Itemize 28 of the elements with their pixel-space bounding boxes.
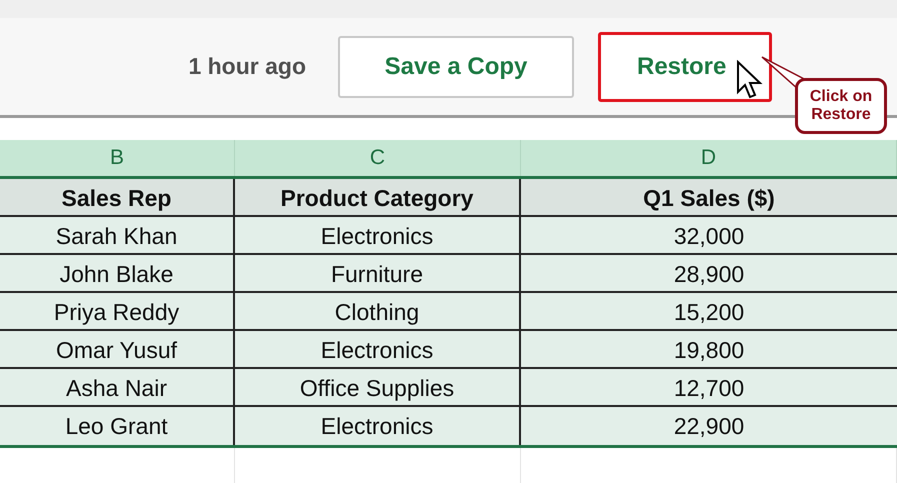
table-cell: 15,200 <box>521 293 897 331</box>
table-cell: Sarah Khan <box>0 217 235 255</box>
table-cell: 12,700 <box>521 369 897 407</box>
table-cell: Omar Yusuf <box>0 331 235 369</box>
restore-button[interactable]: Restore <box>598 32 772 102</box>
table-header: Product Category <box>235 179 521 217</box>
table-header: Sales Rep <box>0 179 235 217</box>
table-cell: Furniture <box>235 255 521 293</box>
table-cell: 22,900 <box>521 407 897 445</box>
column-header[interactable]: B <box>0 140 235 176</box>
table-cell: Electronics <box>235 331 521 369</box>
table-cell: Priya Reddy <box>0 293 235 331</box>
table-cell: John Blake <box>0 255 235 293</box>
table-cell: Office Supplies <box>235 369 521 407</box>
table-cell: Leo Grant <box>0 407 235 445</box>
table-cell: 28,900 <box>521 255 897 293</box>
save-copy-button[interactable]: Save a Copy <box>338 36 574 98</box>
table-cell: 32,000 <box>521 217 897 255</box>
callout-label: Click on Restore <box>795 78 887 134</box>
table-cell: Electronics <box>235 407 521 445</box>
table-cell: Electronics <box>235 217 521 255</box>
column-header[interactable]: D <box>521 140 897 176</box>
table-cell: 19,800 <box>521 331 897 369</box>
table-cell: Asha Nair <box>0 369 235 407</box>
table-cell: Clothing <box>235 293 521 331</box>
table-header: Q1 Sales ($) <box>521 179 897 217</box>
timestamp: 1 hour ago <box>188 53 306 80</box>
column-header[interactable]: C <box>235 140 521 176</box>
